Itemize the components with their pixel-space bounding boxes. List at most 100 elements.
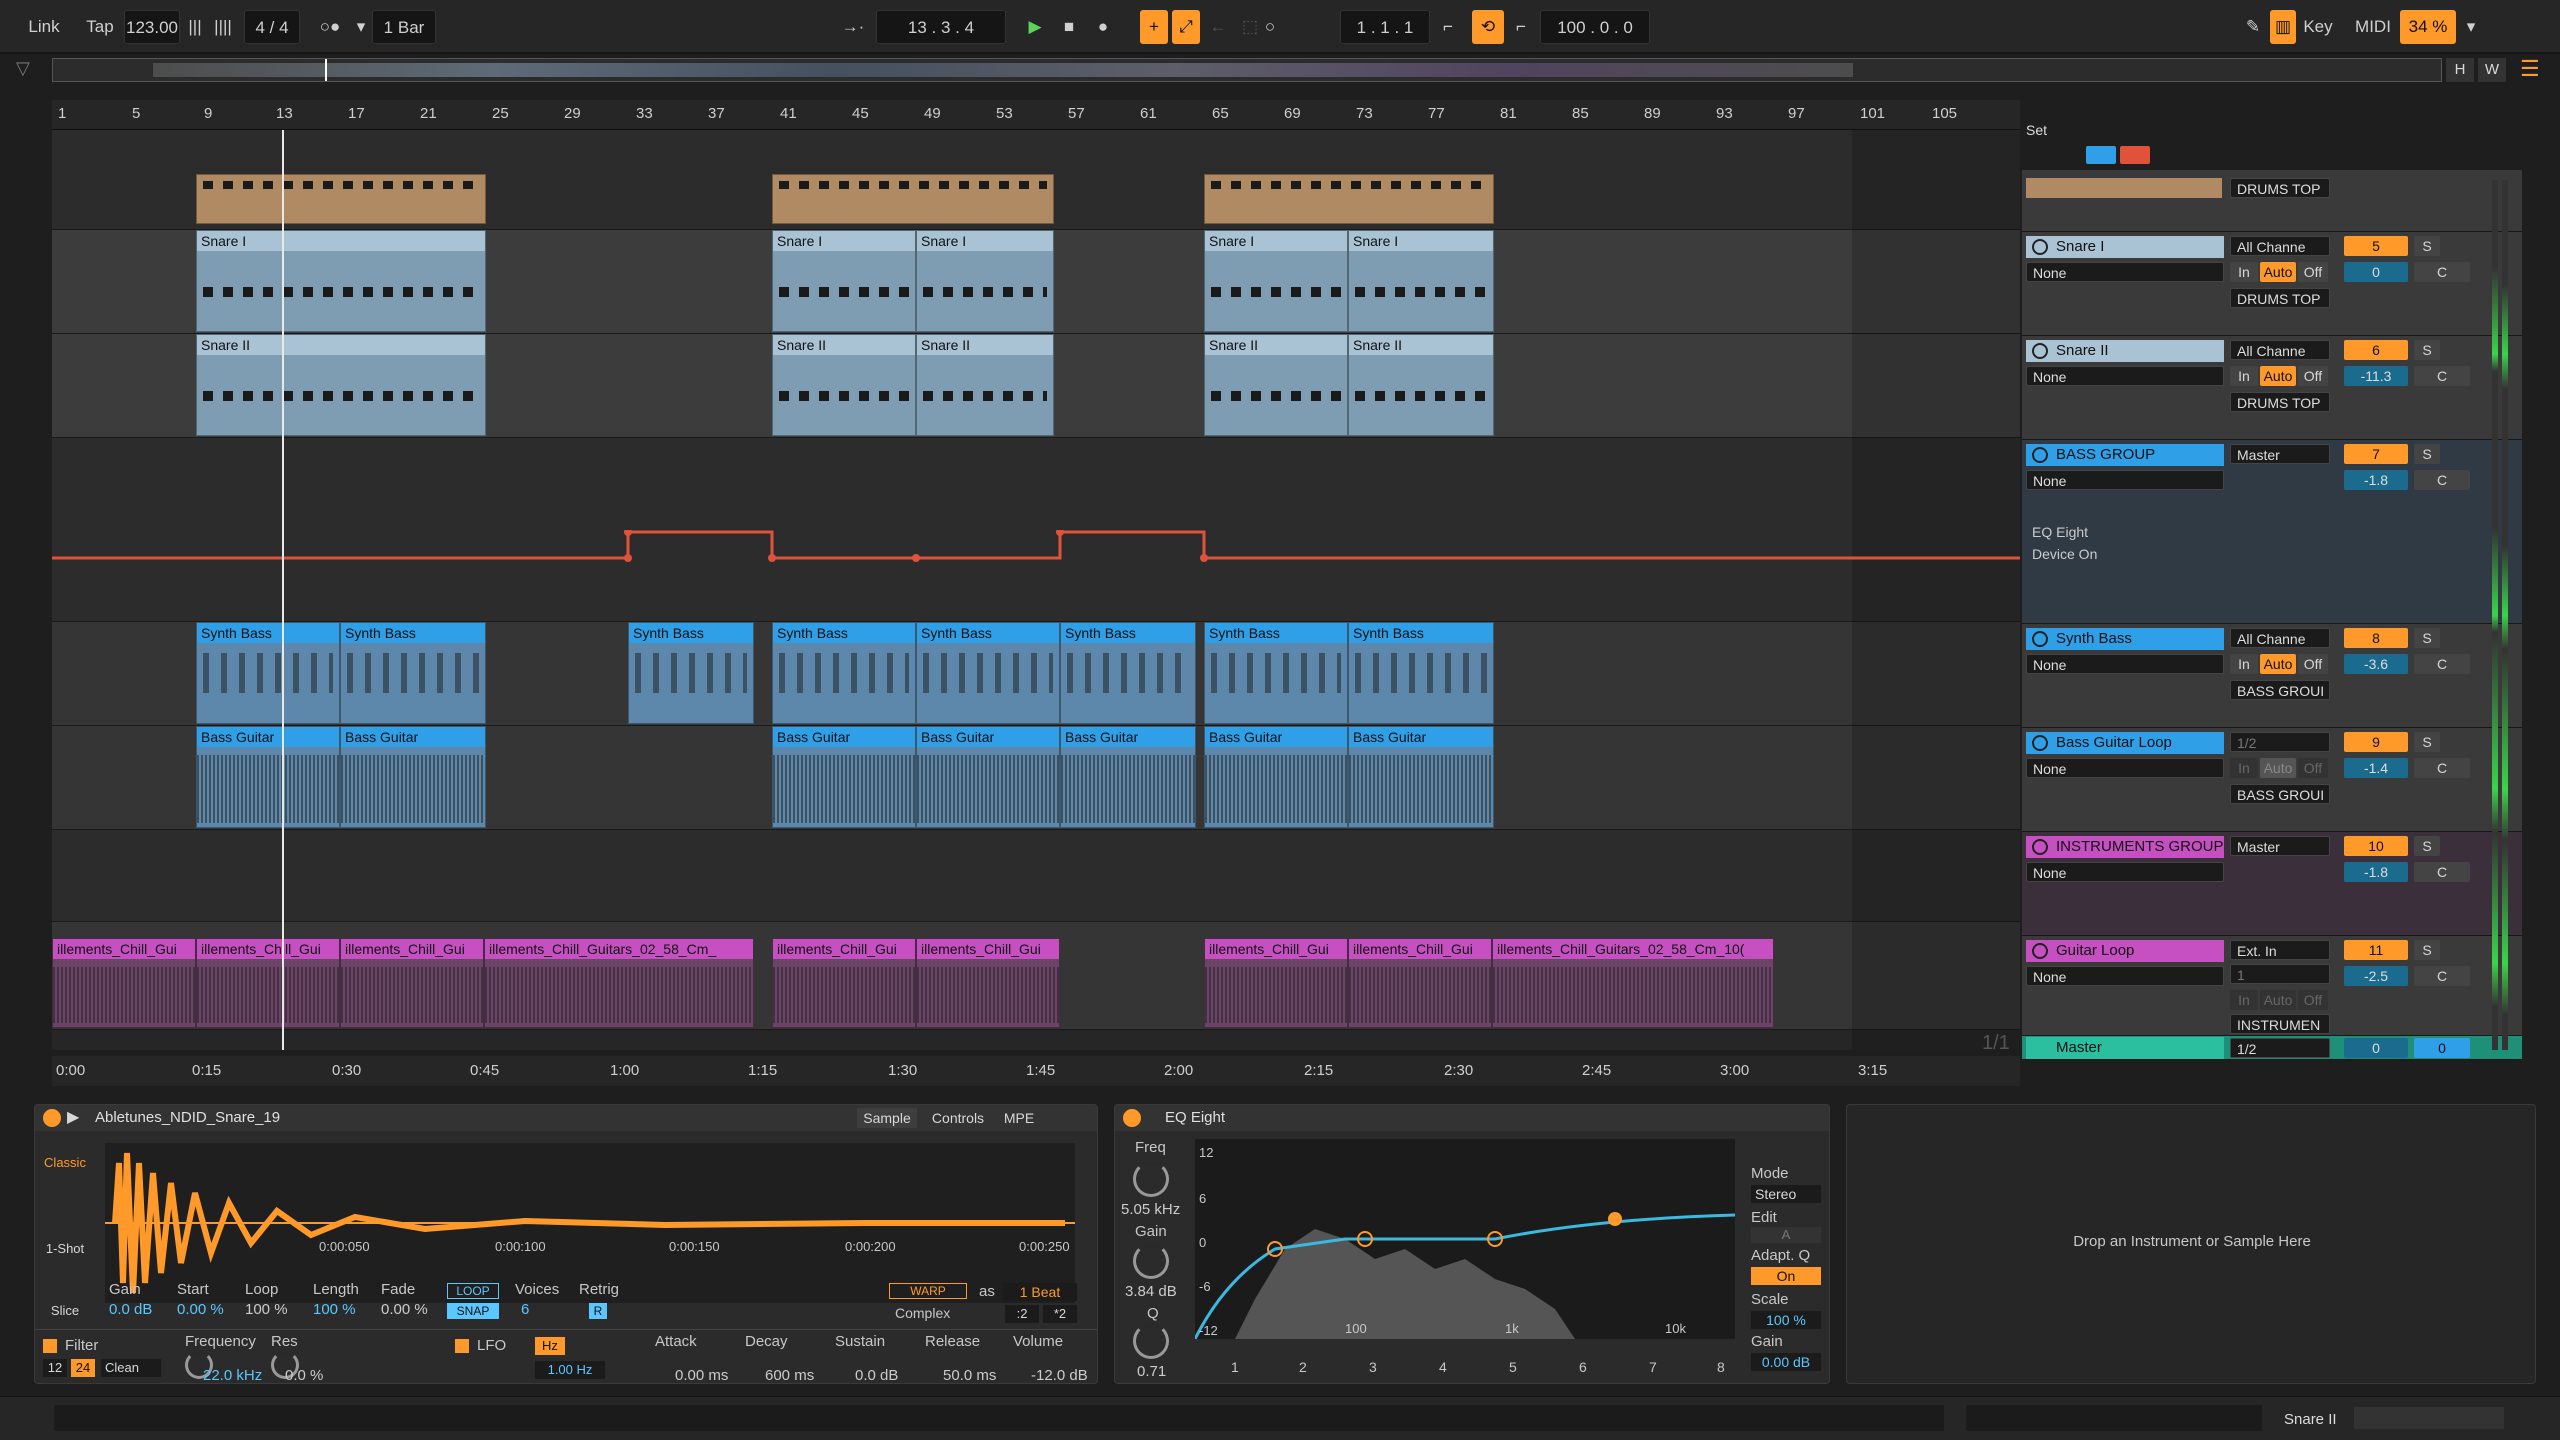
bar-ruler[interactable]: 1 5 9 13 17 21 25 29 33 37 41 45 49 53 5… [52, 100, 2020, 130]
input-type[interactable]: None [2026, 366, 2224, 386]
fold-icon[interactable] [2032, 239, 2048, 255]
length-value[interactable]: 100 % [313, 1301, 356, 1318]
band-2[interactable]: 2 [1299, 1359, 1307, 1375]
loop-start-field[interactable]: 1 . 1 . 1 [1340, 10, 1430, 44]
input-type[interactable]: None [2026, 654, 2224, 674]
track-name[interactable]: Snare I [2026, 236, 2224, 258]
track-activator[interactable]: 10 [2344, 836, 2408, 856]
solo-button[interactable]: S [2414, 836, 2440, 856]
record-icon[interactable]: ● [1088, 10, 1118, 44]
volume-field[interactable]: 0 [2344, 262, 2408, 282]
tab-controls[interactable]: Controls [923, 1108, 993, 1128]
clip-guitar-loop[interactable]: illements_Chill_Gui [196, 938, 340, 1028]
monitor-auto[interactable]: Auto [2260, 262, 2296, 282]
solo-button[interactable]: S [2414, 732, 2440, 752]
input-channel[interactable]: Ext. In [2230, 940, 2330, 960]
automation-device[interactable]: EQ Eight [2032, 524, 2088, 540]
clip-bass-guitar[interactable]: Bass Guitar [196, 726, 340, 828]
track-activator[interactable]: 5 [2344, 236, 2408, 256]
output-routing[interactable]: DRUMS TOP [2230, 288, 2330, 308]
clip-snare1[interactable]: Snare I [1204, 230, 1348, 332]
track-name[interactable]: Bass Guitar Loop [2026, 732, 2224, 754]
session-record-icon[interactable]: ○ [1256, 10, 1284, 44]
clip-guitar-loop[interactable]: illements_Chill_Gui [52, 938, 196, 1028]
filter-res[interactable]: 0.0 % [285, 1367, 323, 1384]
pan-field[interactable]: C [2414, 862, 2470, 882]
eq-scale[interactable]: 100 % [1751, 1311, 1821, 1329]
eq-mode-select[interactable]: Stereo [1751, 1185, 1821, 1203]
input-subchannel[interactable]: 1 [2230, 964, 2330, 984]
pan-field[interactable]: C [2414, 366, 2470, 386]
track-name[interactable]: BASS GROUP [2026, 444, 2224, 466]
play-icon[interactable]: ▶ [67, 1107, 79, 1127]
gain-value[interactable]: 0.0 dB [109, 1301, 152, 1318]
monitor-auto[interactable]: Auto [2260, 366, 2296, 386]
h-button[interactable]: H [2446, 58, 2474, 82]
loop-switch-icon[interactable]: ⟲ [1472, 10, 1504, 44]
clip-guitar-loop[interactable]: illements_Chill_Gui [340, 938, 484, 1028]
clip-bass-guitar[interactable]: Bass Guitar [1348, 726, 1494, 828]
track-activator[interactable]: 6 [2344, 340, 2408, 360]
volume-field[interactable]: 0 [2344, 1038, 2408, 1058]
input-channel[interactable]: All Channe [2230, 340, 2330, 360]
monitor-auto[interactable]: Auto [2260, 654, 2296, 674]
fold-icon[interactable] [2032, 735, 2048, 751]
volume-field[interactable]: -3.6 [2344, 654, 2408, 674]
tab-sample[interactable]: Sample [857, 1108, 917, 1128]
playhead[interactable] [282, 130, 284, 1050]
band-8[interactable]: 8 [1717, 1359, 1725, 1375]
signature-field[interactable]: 4 / 4 [244, 10, 300, 44]
time-ruler[interactable]: 0:00 0:15 0:30 0:45 1:00 1:15 1:30 1:45 … [52, 1056, 2020, 1086]
slope-24[interactable]: 24 [71, 1359, 95, 1377]
warp-beat-field[interactable]: 1 Beat [1003, 1283, 1077, 1301]
clip-synth-bass[interactable]: Synth Bass [916, 622, 1060, 724]
tab-mpe[interactable]: MPE [999, 1108, 1039, 1128]
fold-all-icon[interactable] [2086, 146, 2116, 164]
output-routing[interactable]: INSTRUMEN [2230, 1014, 2330, 1034]
slope-12[interactable]: 12 [43, 1359, 67, 1377]
mode-slice[interactable]: Slice [43, 1303, 87, 1318]
fold-icon[interactable] [2032, 943, 2048, 959]
track-activator[interactable]: 7 [2344, 444, 2408, 464]
track-name[interactable]: Synth Bass [2026, 628, 2224, 650]
clip-snare2[interactable]: Snare II [772, 334, 916, 436]
output-routing[interactable]: BASS GROUI [2230, 784, 2330, 804]
solo-button[interactable]: S [2414, 340, 2440, 360]
fold-icon[interactable] [2032, 631, 2048, 647]
output-routing[interactable]: Master [2230, 444, 2330, 464]
warp-mode[interactable]: Complex [895, 1305, 950, 1321]
output-routing[interactable]: 1/2 [2230, 1038, 2330, 1058]
solo-button[interactable]: S [2414, 236, 2440, 256]
eq-freq-value[interactable]: 5.05 kHz [1121, 1201, 1180, 1218]
adaptive-q-button[interactable]: On [1751, 1267, 1821, 1285]
arrangement-overview[interactable] [52, 58, 2442, 82]
input-type[interactable]: None [2026, 758, 2224, 778]
clip-bass-guitar[interactable]: Bass Guitar [340, 726, 486, 828]
track-activator[interactable]: 8 [2344, 628, 2408, 648]
menu-icon[interactable]: ☰ [2520, 56, 2546, 82]
output-routing[interactable]: DRUMS TOP [2230, 392, 2330, 412]
monitor-off[interactable]: Off [2298, 654, 2328, 674]
track-name[interactable]: Snare II [2026, 340, 2224, 362]
clip-bass-guitar[interactable]: Bass Guitar [1204, 726, 1348, 828]
volume-field[interactable]: -1.4 [2344, 758, 2408, 778]
volume-field[interactable]: -2.5 [2344, 966, 2408, 986]
band-4[interactable]: 4 [1439, 1359, 1447, 1375]
lfo-rate[interactable]: 1.00 Hz [535, 1361, 605, 1379]
start-value[interactable]: 0.00 % [177, 1301, 224, 1318]
clip-snare1[interactable]: Snare I [196, 230, 486, 332]
input-type[interactable]: None [2026, 966, 2224, 986]
track-bass-guitar-loop[interactable]: Bass Guitar Loop None 1/2 In Auto Off BA… [2022, 728, 2522, 832]
clip-snare1[interactable]: Snare I [1348, 230, 1494, 332]
clip-snare2[interactable]: Snare II [1204, 334, 1348, 436]
output-routing[interactable]: BASS GROUI [2230, 680, 2330, 700]
tap-button[interactable]: Tap [80, 10, 120, 44]
play-icon[interactable]: ▶ [1020, 10, 1050, 44]
input-channel[interactable]: 1/2 [2230, 732, 2330, 752]
solo-button[interactable]: S [2414, 444, 2440, 464]
device-title[interactable]: EQ Eight [1115, 1105, 1829, 1131]
track-guitar-loop[interactable]: Guitar Loop None Ext. In 1 In Auto Off I… [2022, 936, 2522, 1036]
volume-field[interactable]: -1.8 [2344, 470, 2408, 490]
nudge-icon[interactable]: |||| [210, 10, 236, 44]
sustain-value[interactable]: 0.0 dB [855, 1367, 898, 1384]
